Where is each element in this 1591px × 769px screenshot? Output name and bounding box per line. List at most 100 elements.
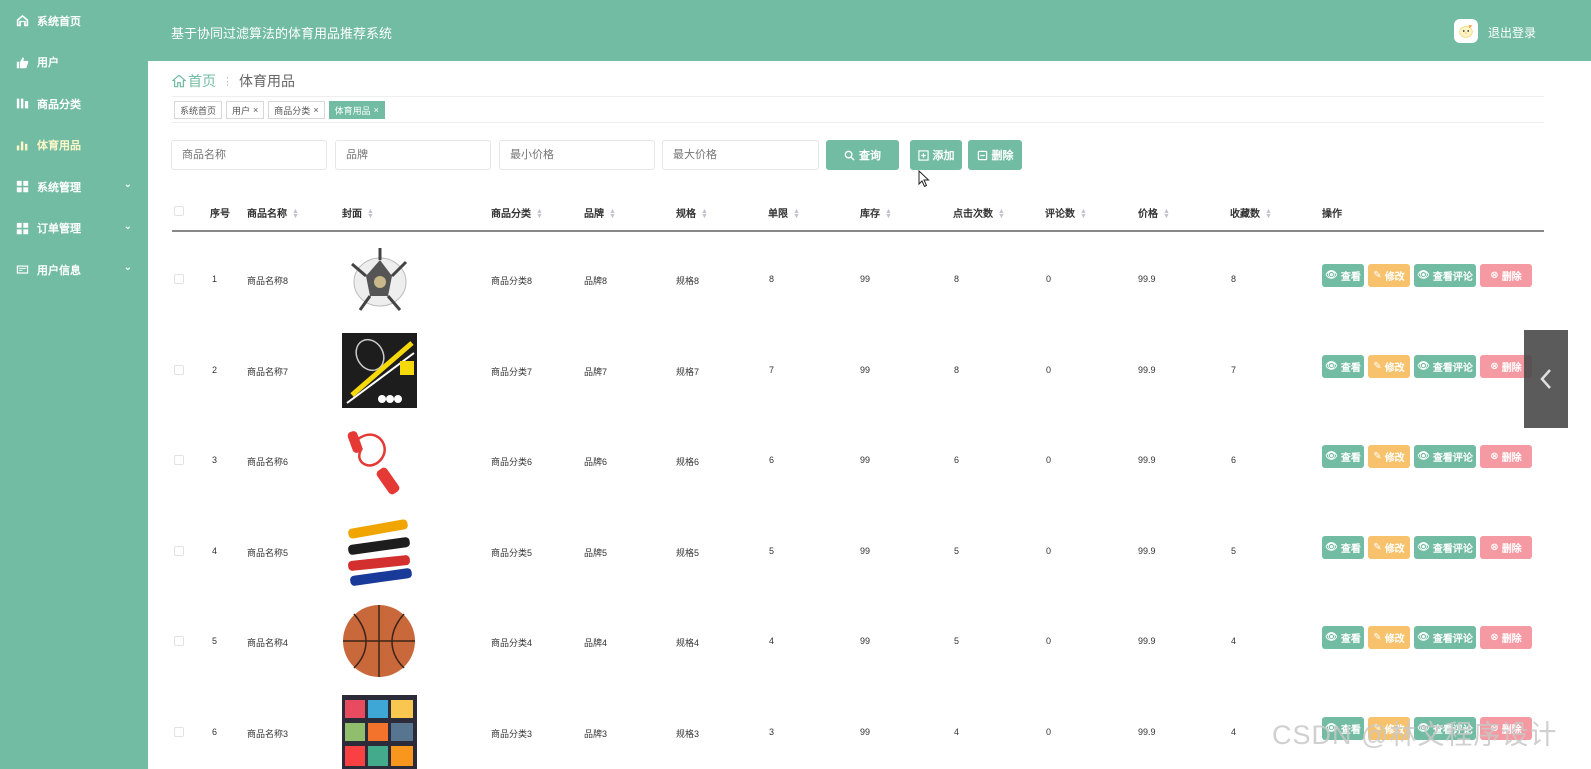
view-comments-button[interactable]: 👁 查看评论 [1414,445,1476,468]
view-button[interactable]: 👁 查看 [1322,535,1364,559]
cell-category: 商品分类7 [491,366,533,377]
view-comments-label: 查看评论 [1432,543,1473,555]
view-comments-button[interactable]: 👁 查看评论 [1414,626,1476,649]
header-favorites[interactable]: 收藏数 ▲ ▼ [1230,205,1272,220]
max-price-input[interactable] [662,140,819,170]
header-clicks[interactable]: 点击次数 ▲ ▼ [953,205,1005,220]
delete-button[interactable]: ⊗ 删除 [1480,264,1532,287]
tag-home[interactable]: 系统首页 [174,101,223,119]
header-price[interactable]: 价格 ▲ ▼ [1138,205,1170,220]
tag-users[interactable]: 用户 × [226,101,265,119]
cell-limit: 4 [769,636,775,646]
header-comments[interactable]: 评论数 ▲ ▼ [1045,205,1087,220]
cell-spec: 规格3 [676,728,700,739]
min-price-input[interactable] [499,140,655,170]
sort-icon[interactable]: ▲ ▼ [292,208,299,220]
delete-button[interactable]: ⊗ 删除 [1480,535,1532,559]
sort-icon[interactable]: ▲ ▼ [701,208,708,220]
tag-category[interactable]: 商品分类 × [268,101,325,119]
edit-button[interactable]: ✎ 修改 [1368,445,1410,468]
row-checkbox[interactable] [174,455,184,465]
sort-icon[interactable]: ▲ ▼ [998,208,1005,220]
sidebar-item-users[interactable]: 用户 [0,42,148,84]
cell-clicks: 5 [954,545,960,556]
header-label: 商品名称 [247,209,287,220]
header-category[interactable]: 商品分类 ▲ ▼ [491,205,543,220]
cell-name: 商品名称4 [247,638,289,648]
batch-delete-button[interactable]: 删除 [968,140,1022,170]
sort-icon[interactable]: ▲ ▼ [367,208,374,220]
header-name[interactable]: 商品名称 ▲ ▼ [247,205,299,220]
sort-icon[interactable]: ▲ ▼ [1163,208,1170,220]
row-checkbox[interactable] [174,364,184,375]
mouse-cursor-icon [918,170,930,188]
delete-button[interactable]: ⊗ 删除 [1480,626,1532,649]
cell-comments: 0 [1046,726,1052,737]
view-button[interactable]: 👁 查看 [1322,264,1364,287]
query-label: 查询 [859,150,881,162]
header-stock[interactable]: 库存 ▲ ▼ [860,205,892,220]
header-label: 单限 [768,209,788,220]
cell-limit: 7 [769,364,775,375]
edit-button[interactable]: ✎ 修改 [1368,626,1410,649]
sidebar-item-category[interactable]: 商品分类 [0,83,148,125]
header-limit[interactable]: 单限 ▲ ▼ [768,205,800,220]
thumb-icon [15,55,29,69]
sidebar-item-sports-goods[interactable]: 体育用品 [0,125,148,167]
sort-icon[interactable]: ▲ ▼ [1080,208,1087,220]
collapse-panel-button[interactable] [1524,330,1568,428]
view-comments-button[interactable]: 👁 查看评论 [1414,354,1476,378]
view-label: 查看 [1340,634,1361,645]
row-checkbox[interactable] [174,545,184,556]
sort-icon[interactable]: ▲ ▼ [1265,208,1272,220]
system-title: 基于协同过滤算法的体育用品推荐系统 [171,26,393,41]
sidebar-item-user-info[interactable]: 用户信息 ⌄ [0,249,148,291]
sidebar-item-orders[interactable]: 订单管理 ⌄ [0,208,148,250]
edit-label: 修改 [1384,634,1405,645]
view-button[interactable]: 👁 查看 [1322,626,1364,649]
sidebar-item-label: 商品分类 [37,98,81,111]
view-button[interactable]: 👁 查看 [1322,445,1364,468]
sidebar-item-home[interactable]: 系统首页 [0,0,148,42]
sort-icon[interactable]: ▲ ▼ [885,208,892,220]
sort-icon[interactable]: ▲ ▼ [793,208,800,220]
row-checkbox[interactable] [174,274,184,284]
cell-comments: 0 [1046,274,1052,284]
delete-label: 删除 [1501,453,1522,464]
close-icon[interactable]: × [253,105,258,115]
sidebar-item-label: 用户信息 [37,264,81,277]
cell-clicks: 5 [954,636,960,646]
view-comments-label: 查看评论 [1432,272,1473,283]
view-comments-button[interactable]: 👁 查看评论 [1414,535,1476,559]
row-checkbox[interactable] [174,636,184,646]
table-row: 3 商品名称6 商品分类6 品牌6 规格6 6 99 6 0 99.9 6 👁 查看 ✎ 修改 👁 查看评论 ⊗ 删… [172,415,1544,506]
cell-brand: 品牌5 [584,547,608,558]
view-button[interactable]: 👁 查看 [1322,354,1364,378]
tag-sports-goods[interactable]: 体育用品 × [328,101,385,119]
cover-image-wristbands [342,513,417,589]
logout-button[interactable]: 退出登录 [1488,24,1536,41]
row-checkbox[interactable] [174,726,184,737]
sort-icon[interactable]: ▲ ▼ [536,208,543,220]
edit-button[interactable]: ✎ 修改 [1368,354,1410,378]
add-button[interactable]: 添加 [910,140,962,170]
view-comments-button[interactable]: 👁 查看评论 [1414,264,1476,287]
product-name-input[interactable] [171,140,327,170]
avatar[interactable] [1454,19,1478,43]
edit-button[interactable]: ✎ 修改 [1368,535,1410,559]
select-all-checkbox[interactable] [174,206,184,216]
brand-input[interactable] [335,140,491,170]
header-brand[interactable]: 品牌 ▲ ▼ [584,205,616,220]
query-button[interactable]: 查询 [826,140,899,170]
close-icon[interactable]: × [313,105,318,115]
edit-button[interactable]: ✎ 修改 [1368,264,1410,287]
header-spec[interactable]: 规格 ▲ ▼ [676,205,708,220]
sidebar-item-system[interactable]: 系统管理 ⌄ [0,166,148,208]
delete-button[interactable]: ⊗ 删除 [1480,445,1532,468]
chevron-down-icon: ⌄ [123,179,132,190]
cell-index: 1 [212,274,218,284]
close-icon[interactable]: × [374,105,379,115]
sort-icon[interactable]: ▲ ▼ [609,208,616,220]
breadcrumb-home[interactable]: 首页 [188,71,216,91]
header-cover[interactable]: 封面 ▲ ▼ [342,205,374,220]
